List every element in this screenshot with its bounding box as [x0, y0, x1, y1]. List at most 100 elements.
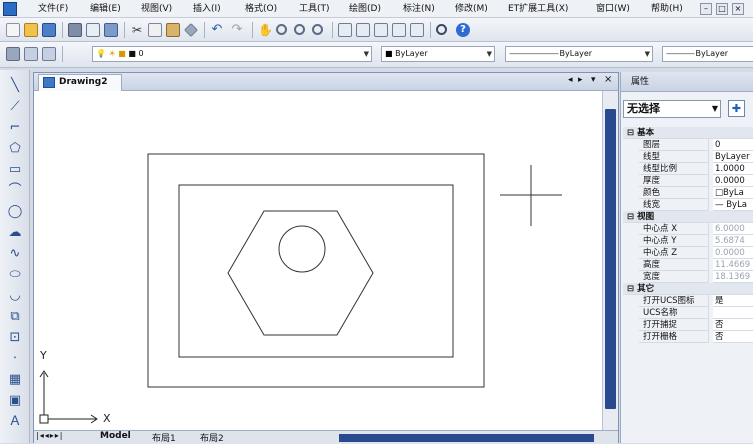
make-block-icon[interactable]: ⊡	[7, 330, 23, 346]
vertical-scrollbar[interactable]	[602, 91, 618, 434]
revision-cloud-icon[interactable]: ☁	[7, 225, 23, 241]
help-icon[interactable]: ?	[456, 23, 470, 37]
tab-layout2[interactable]: 布局2	[200, 431, 224, 444]
menu-file[interactable]: 文件(F)	[38, 2, 68, 16]
menu-window[interactable]: 窗口(W)	[596, 2, 630, 16]
property-row[interactable]: 打开捕捉否	[623, 319, 753, 331]
lineweight-combo[interactable]: ———— ByLayer	[662, 46, 753, 62]
property-value[interactable]: 0.0000	[713, 175, 753, 187]
app-icon[interactable]	[3, 2, 17, 16]
arc-icon[interactable]: ⌒	[7, 183, 23, 199]
zoom-realtime-icon[interactable]	[276, 24, 287, 35]
scrollbar-thumb[interactable]	[605, 109, 616, 409]
publish-icon[interactable]	[104, 23, 118, 37]
linetype-combo[interactable]: ——————— ByLayer ▼	[505, 46, 653, 62]
layout-nav-icons[interactable]: |◂◂▸▸|	[36, 431, 63, 440]
menu-edit[interactable]: 编辑(E)	[90, 2, 121, 16]
design-center-icon[interactable]	[356, 23, 370, 37]
tab-list-icon[interactable]: ▾	[591, 75, 596, 85]
undo-icon[interactable]: ↶	[210, 23, 224, 37]
tab-model[interactable]: Model	[100, 431, 131, 441]
properties-icon[interactable]	[338, 23, 352, 37]
property-value[interactable]: 否	[713, 331, 753, 343]
quick-select-icon[interactable]: ✚	[728, 100, 745, 117]
menu-tools[interactable]: 工具(T)	[299, 2, 330, 16]
layer-states-icon[interactable]	[42, 47, 56, 61]
property-value[interactable]: ByLayer	[713, 151, 753, 163]
new-file-icon[interactable]	[6, 23, 20, 37]
menu-view[interactable]: 视图(V)	[141, 2, 172, 16]
menu-draw[interactable]: 绘图(D)	[349, 2, 381, 16]
ellipse-arc-icon[interactable]: ◡	[7, 288, 23, 304]
document-tab[interactable]: Drawing2	[38, 74, 122, 91]
menu-dimension[interactable]: 标注(N)	[403, 2, 435, 16]
layer-combo[interactable]: 💡 ☀ ■ ■ 0 ▼	[92, 46, 372, 62]
print-icon[interactable]	[68, 23, 82, 37]
line-icon[interactable]: ╲	[7, 78, 23, 94]
point-icon[interactable]: ⋅	[7, 351, 23, 367]
menu-insert[interactable]: 插入(I)	[193, 2, 221, 16]
color-combo[interactable]: ■ ByLayer ▼	[381, 46, 495, 62]
open-folder-icon[interactable]	[24, 23, 38, 37]
menu-et-tools[interactable]: ET扩展工具(X)	[508, 2, 568, 16]
sheet-set-icon[interactable]	[392, 23, 406, 37]
property-value[interactable]: 是	[713, 295, 753, 307]
property-row[interactable]: 线宽 — ByLa	[623, 199, 753, 211]
save-icon[interactable]	[42, 23, 56, 37]
tab-prev-icon[interactable]: ◂	[568, 75, 573, 85]
tool-palettes-icon[interactable]	[374, 23, 388, 37]
category-view[interactable]: ⊟ 视图	[623, 211, 753, 223]
property-row[interactable]: 打开UCS图标是	[623, 295, 753, 307]
insert-block-icon[interactable]: ⧉	[7, 309, 23, 325]
menu-format[interactable]: 格式(O)	[245, 2, 277, 16]
property-row[interactable]: 中心点 X 6.0000	[623, 223, 753, 235]
drawing-canvas[interactable]: Y X	[34, 91, 602, 434]
cut-icon[interactable]: ✂	[130, 23, 144, 37]
zoom-previous-icon[interactable]	[312, 24, 323, 35]
polygon-icon[interactable]: ⬠	[7, 141, 23, 157]
hatch-icon[interactable]: ▦	[7, 372, 23, 388]
horizontal-scrollbar-thumb[interactable]	[339, 434, 594, 442]
property-row[interactable]: UCS名称	[623, 307, 753, 319]
layer-manager-icon[interactable]	[6, 47, 20, 61]
print-preview-icon[interactable]	[86, 23, 100, 37]
property-value[interactable]: 0	[713, 139, 753, 151]
category-basic[interactable]: ⊟ 基本	[623, 127, 753, 139]
ellipse-icon[interactable]: ⬭	[7, 267, 23, 283]
category-misc[interactable]: ⊟ 其它	[623, 283, 753, 295]
construction-line-icon[interactable]: ⟋	[7, 99, 23, 115]
property-value[interactable]: □ByLa	[713, 187, 753, 199]
property-row[interactable]: 线型 ByLayer	[623, 151, 753, 163]
property-value[interactable]: 1.0000	[713, 163, 753, 175]
redo-icon[interactable]: ↷	[230, 23, 244, 37]
zoom-window-icon[interactable]	[294, 24, 305, 35]
property-row[interactable]: 打开栅格否	[623, 331, 753, 343]
property-row[interactable]: 中心点 Z 0.0000	[623, 247, 753, 259]
minimize-button[interactable]: –	[700, 3, 712, 15]
search-icon[interactable]	[436, 24, 447, 35]
layer-previous-icon[interactable]	[24, 47, 38, 61]
close-button[interactable]: ×	[732, 3, 744, 15]
text-icon[interactable]: Ａ	[7, 414, 23, 430]
property-row[interactable]: 高度 11.4669	[623, 259, 753, 271]
paste-icon[interactable]	[166, 23, 180, 37]
property-value[interactable]	[713, 307, 753, 319]
property-row[interactable]: 宽度 18.1369	[623, 271, 753, 283]
region-icon[interactable]: ▣	[7, 393, 23, 409]
restore-button[interactable]: □	[716, 3, 728, 15]
tab-next-icon[interactable]: ▸	[578, 75, 583, 85]
menu-modify[interactable]: 修改(M)	[455, 2, 488, 16]
property-row[interactable]: 中心点 Y 5.6874	[623, 235, 753, 247]
spline-icon[interactable]: ∿	[7, 246, 23, 262]
copy-icon[interactable]	[148, 23, 162, 37]
property-row[interactable]: 厚度 0.0000	[623, 175, 753, 187]
markup-icon[interactable]	[410, 23, 424, 37]
circle-icon[interactable]: ◯	[7, 204, 23, 220]
property-value[interactable]: — ByLa	[713, 199, 753, 211]
rectangle-icon[interactable]: ▭	[7, 162, 23, 178]
property-value[interactable]: 否	[713, 319, 753, 331]
selection-combo[interactable]: 无选择 ▼	[623, 100, 721, 118]
match-properties-icon[interactable]	[184, 23, 198, 37]
menu-help[interactable]: 帮助(H)	[651, 2, 683, 16]
close-document-icon[interactable]: ×	[604, 74, 612, 85]
